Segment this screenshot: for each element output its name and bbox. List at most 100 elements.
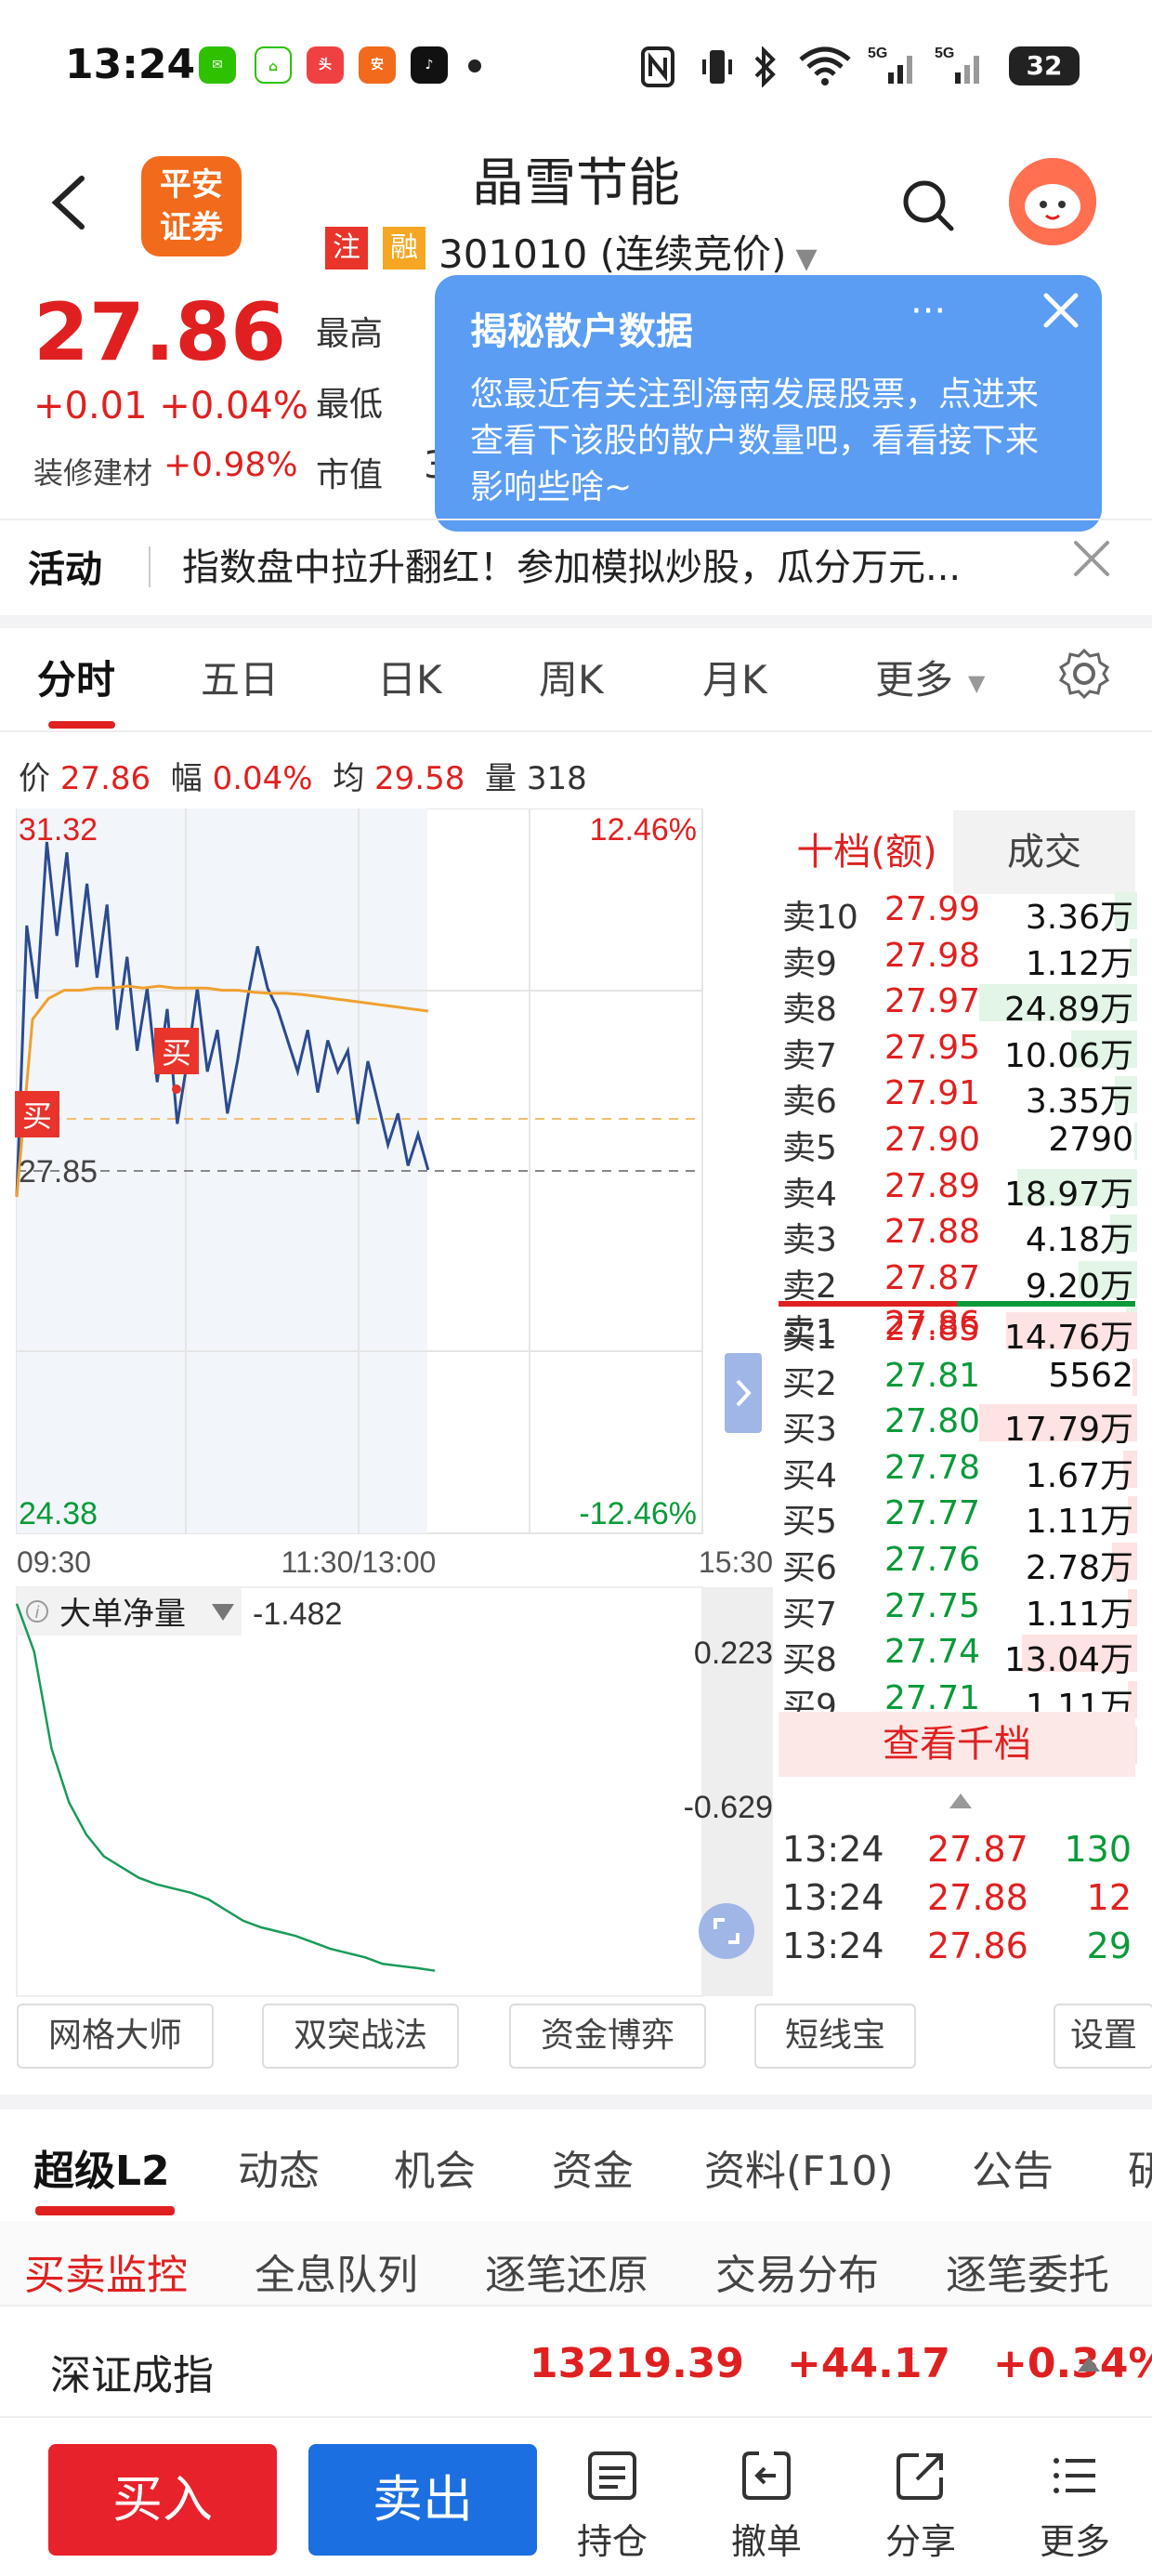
tick-time: 13:24 [782, 1877, 884, 1918]
level-volume: 4.18万 [1025, 1221, 1133, 1260]
buy-point [172, 1084, 181, 1094]
bid-row[interactable]: 买2 27.81 5562 [780, 1357, 1137, 1403]
section-divider-2 [0, 2095, 1152, 2109]
tab-weekly-k[interactable]: 周K [539, 649, 604, 705]
tab-trades[interactable]: 成交 [953, 810, 1135, 894]
level-volume: 2790 [1048, 1121, 1133, 1159]
subtab-trade-monitor[interactable]: 买卖监控 [24, 2241, 188, 2301]
level-price: 27.75 [884, 1586, 981, 1625]
activity-close-icon[interactable] [1070, 537, 1113, 580]
tab-monthly-k[interactable]: 月K [702, 649, 767, 705]
intraday-chart[interactable]: 31.32 12.46% 24.38 -12.46% 27.85 买 买 09:… [0, 808, 780, 2007]
tab-news[interactable]: 动态 [238, 2137, 320, 2197]
tab-super-l2[interactable]: 超级L2 [33, 2137, 170, 2197]
popup-close-icon[interactable] [1035, 284, 1087, 336]
holdings-button[interactable]: 持仓 [561, 2448, 663, 2564]
ask-row[interactable]: 卖5 27.90 2790 [780, 1121, 1137, 1167]
activity-text[interactable]: 指数盘中拉升翻红！参加模拟炒股，瓜分万元... [182, 537, 1055, 591]
ask-row[interactable]: 卖2 27.87 9.20万 [780, 1259, 1137, 1306]
stock-code-label: 301010 (连续竞价) [439, 231, 787, 277]
level-price: 27.95 [884, 1028, 981, 1067]
level-volume: 18.97万 [1003, 1175, 1133, 1214]
tab-f10[interactable]: 资料(F10) [704, 2137, 894, 2197]
bid-row[interactable]: 买8 27.74 13.04万 [780, 1633, 1137, 1679]
ask-row[interactable]: 卖9 27.98 1.12万 [780, 937, 1137, 983]
fullscreen-button[interactable] [699, 1903, 754, 1959]
bid-row[interactable]: 买5 27.77 1.11万 [780, 1494, 1137, 1541]
tab-opportunity[interactable]: 机会 [394, 2137, 476, 2197]
bid-row[interactable]: 买4 27.78 1.67万 [780, 1449, 1137, 1495]
vibrate-icon [702, 50, 732, 84]
sell-button[interactable]: 卖出 [308, 2444, 537, 2556]
index-name[interactable]: 深证成指 [50, 2342, 214, 2401]
share-button[interactable]: 分享 [870, 2448, 972, 2564]
popup-more-icon[interactable]: ··· [910, 290, 946, 333]
subtab-trade-distribution[interactable]: 交易分布 [715, 2241, 879, 2301]
cancel-order-button[interactable]: 撤单 [715, 2448, 818, 2564]
view-depth-button[interactable]: 查看千档 [779, 1712, 1135, 1777]
tick-price: 27.86 [927, 1925, 1028, 1966]
order-book-divider [779, 1301, 1135, 1307]
stock-code-status[interactable]: 301010 (连续竞价) ▼ [439, 223, 818, 280]
assistant-avatar[interactable] [1009, 158, 1096, 245]
tab-intraday[interactable]: 分时 [37, 649, 115, 705]
subtab-holographic-queue[interactable]: 全息队列 [255, 2241, 418, 2301]
level-label: 买7 [782, 1595, 837, 1634]
sector-name[interactable]: 装修建材 [33, 450, 152, 493]
ask-row[interactable]: 卖8 27.97 24.89万 [780, 982, 1137, 1029]
tick-time: 13:24 [782, 1829, 884, 1870]
bid-row[interactable]: 买1 27.85 14.76万 [780, 1310, 1137, 1357]
tool-double-breakout[interactable]: 双突战法 [262, 2004, 459, 2069]
tool-settings[interactable]: 设置 [1054, 2004, 1152, 2069]
holdings-label: 持仓 [576, 2521, 648, 2562]
chevron-up-icon[interactable] [1078, 2357, 1100, 2372]
gear-icon[interactable] [1057, 647, 1111, 701]
top-price-label: 31.32 [19, 812, 98, 848]
activity-divider [149, 546, 151, 587]
sector-percent: +0.98% [164, 446, 298, 484]
tool-short-term[interactable]: 短线宝 [754, 2004, 916, 2069]
subtab-tick-replay[interactable]: 逐笔还原 [485, 2241, 648, 2301]
level-price: 27.76 [884, 1541, 981, 1579]
expand-panel-button[interactable] [725, 1353, 762, 1433]
ask-row[interactable]: 卖10 27.99 3.36万 [780, 890, 1137, 937]
signal-5g-icon-2: 5G [935, 46, 979, 84]
ask-row[interactable]: 卖4 27.89 18.97万 [780, 1167, 1137, 1214]
status-bar: 13:24 ✉ ⌂ 头 安 ♪ 5G 5G 32 [0, 0, 1152, 130]
bid-row[interactable]: 买7 27.75 1.11万 [780, 1586, 1137, 1634]
ask-row[interactable]: 卖6 27.91 3.35万 [780, 1074, 1137, 1121]
avg-label: 均 [333, 760, 365, 797]
search-icon[interactable] [899, 177, 955, 232]
more-label: 更多 [1039, 2521, 1110, 2562]
tab-more[interactable]: 更多 ▼ [875, 649, 985, 705]
tab-daily-k[interactable]: 日K [377, 649, 442, 705]
subtab-tick-orders[interactable]: 逐笔委托 [946, 2241, 1109, 2301]
scroll-up-icon[interactable] [949, 1794, 972, 1808]
level-volume: 17.79万 [1003, 1411, 1133, 1450]
level-price: 27.88 [884, 1213, 981, 1252]
tab-five-day[interactable]: 五日 [201, 649, 279, 705]
section-divider [0, 615, 1152, 628]
tab-order-book[interactable]: 十档(额) [780, 810, 953, 894]
more-button[interactable]: 更多 [1024, 2448, 1126, 2564]
cancel-order-icon [742, 2451, 791, 2500]
current-price: 27.86 [33, 286, 287, 379]
retail-data-popup[interactable]: 揭秘散户数据 您最近有关注到海南发展股票，点进来查看下该股的散户数量吧，看看接下… [435, 275, 1102, 532]
tool-capital-game[interactable]: 资金博弈 [509, 2004, 706, 2069]
ask-row[interactable]: 卖3 27.88 4.18万 [780, 1213, 1137, 1259]
ask-row[interactable]: 卖7 27.95 10.06万 [780, 1028, 1137, 1075]
bid-row[interactable]: 买3 27.80 17.79万 [780, 1402, 1137, 1449]
tab-announcement[interactable]: 公告 [972, 2137, 1054, 2197]
level-label: 卖2 [782, 1267, 837, 1306]
tab-capital[interactable]: 资金 [552, 2137, 634, 2197]
buy-button[interactable]: 买入 [48, 2444, 277, 2556]
svg-text:5G: 5G [868, 46, 887, 61]
label-low: 最低 [316, 386, 384, 424]
tick-volume: 29 [1086, 1925, 1132, 1966]
tab-divider [0, 730, 1152, 732]
vol-value: 318 [526, 760, 587, 797]
tick-volume: 130 [1064, 1829, 1132, 1870]
tab-research[interactable]: 研 [1128, 2137, 1152, 2197]
bid-row[interactable]: 买6 27.76 2.78万 [780, 1541, 1137, 1587]
tool-grid-master[interactable]: 网格大师 [17, 2004, 214, 2069]
